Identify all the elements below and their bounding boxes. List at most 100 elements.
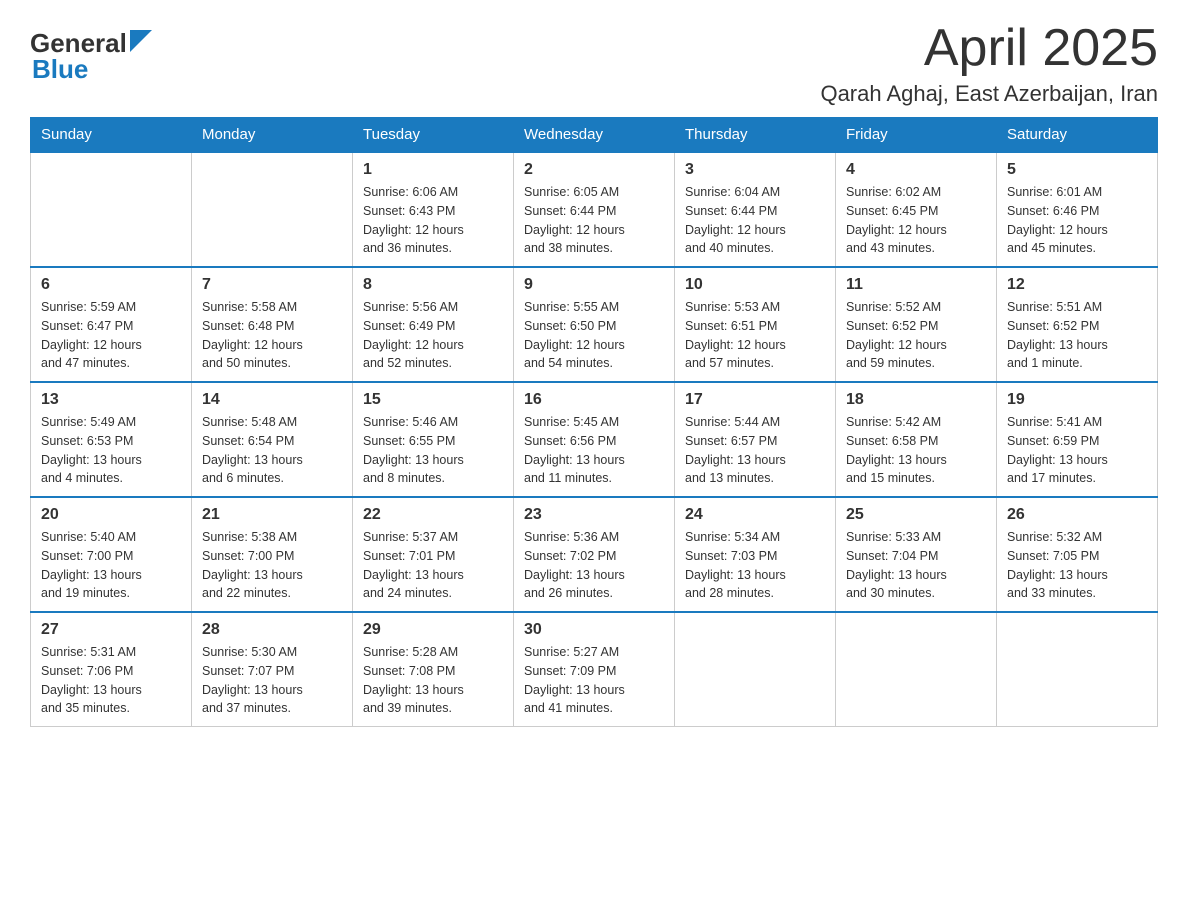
logo-general-text: General bbox=[30, 30, 127, 56]
calendar-cell: 25 Sunrise: 5:33 AM Sunset: 7:04 PM Dayli… bbox=[836, 497, 997, 612]
day-number: 17 bbox=[685, 391, 825, 409]
logo-triangle-icon bbox=[130, 30, 152, 52]
day-number: 10 bbox=[685, 276, 825, 294]
day-info: Sunrise: 5:38 AM Sunset: 7:00 PM Dayligh… bbox=[202, 528, 342, 603]
day-number: 12 bbox=[1007, 276, 1147, 294]
calendar-cell: 18 Sunrise: 5:42 AM Sunset: 6:58 PM Dayli… bbox=[836, 382, 997, 497]
day-number: 27 bbox=[41, 621, 181, 639]
day-info: Sunrise: 5:30 AM Sunset: 7:07 PM Dayligh… bbox=[202, 643, 342, 718]
day-number: 16 bbox=[524, 391, 664, 409]
calendar-cell: 28Sunrise: 5:30 AM Sunset: 7:07 PM Dayli… bbox=[192, 612, 353, 727]
calendar-cell: 8 Sunrise: 5:56 AM Sunset: 6:49 PM Daylig… bbox=[353, 267, 514, 382]
day-of-week-header: Friday bbox=[836, 118, 997, 153]
day-number: 29 bbox=[363, 621, 503, 639]
day-info: Sunrise: 5:40 AM Sunset: 7:00 PM Dayligh… bbox=[41, 528, 181, 603]
calendar-cell: 22 Sunrise: 5:37 AM Sunset: 7:01 PM Dayli… bbox=[353, 497, 514, 612]
day-number: 22 bbox=[363, 506, 503, 524]
day-number: 25 bbox=[846, 506, 986, 524]
logo-blue-text: Blue bbox=[32, 56, 88, 82]
logo-icon: General Blue bbox=[30, 30, 152, 82]
calendar-cell bbox=[675, 612, 836, 727]
day-number: 2 bbox=[524, 161, 664, 179]
calendar-cell bbox=[836, 612, 997, 727]
calendar-table: SundayMondayTuesdayWednesdayThursdayFrid… bbox=[30, 117, 1158, 727]
calendar-cell: 3Sunrise: 6:04 AM Sunset: 6:44 PM Daylig… bbox=[675, 152, 836, 267]
day-number: 21 bbox=[202, 506, 342, 524]
day-number: 1 bbox=[363, 161, 503, 179]
day-info: Sunrise: 5:51 AM Sunset: 6:52 PM Dayligh… bbox=[1007, 298, 1147, 373]
calendar-cell bbox=[997, 612, 1158, 727]
calendar-cell: 7 Sunrise: 5:58 AM Sunset: 6:48 PM Daylig… bbox=[192, 267, 353, 382]
day-info: Sunrise: 6:02 AM Sunset: 6:45 PM Dayligh… bbox=[846, 183, 986, 258]
calendar-cell: 13 Sunrise: 5:49 AM Sunset: 6:53 PM Dayli… bbox=[31, 382, 192, 497]
day-info: Sunrise: 5:58 AM Sunset: 6:48 PM Dayligh… bbox=[202, 298, 342, 373]
calendar-cell: 10 Sunrise: 5:53 AM Sunset: 6:51 PM Dayli… bbox=[675, 267, 836, 382]
day-info: Sunrise: 5:37 AM Sunset: 7:01 PM Dayligh… bbox=[363, 528, 503, 603]
calendar-cell: 30Sunrise: 5:27 AM Sunset: 7:09 PM Dayli… bbox=[514, 612, 675, 727]
calendar-cell: 23 Sunrise: 5:36 AM Sunset: 7:02 PM Dayli… bbox=[514, 497, 675, 612]
calendar-cell: 20Sunrise: 5:40 AM Sunset: 7:00 PM Dayli… bbox=[31, 497, 192, 612]
day-info: Sunrise: 5:55 AM Sunset: 6:50 PM Dayligh… bbox=[524, 298, 664, 373]
calendar-cell bbox=[192, 152, 353, 267]
day-info: Sunrise: 5:36 AM Sunset: 7:02 PM Dayligh… bbox=[524, 528, 664, 603]
day-info: Sunrise: 6:05 AM Sunset: 6:44 PM Dayligh… bbox=[524, 183, 664, 258]
day-of-week-header: Monday bbox=[192, 118, 353, 153]
logo: General Blue bbox=[30, 30, 152, 82]
day-number: 23 bbox=[524, 506, 664, 524]
calendar-week-row: 6Sunrise: 5:59 AM Sunset: 6:47 PM Daylig… bbox=[31, 267, 1158, 382]
day-info: Sunrise: 5:48 AM Sunset: 6:54 PM Dayligh… bbox=[202, 413, 342, 488]
calendar-cell: 15Sunrise: 5:46 AM Sunset: 6:55 PM Dayli… bbox=[353, 382, 514, 497]
title-block: April 2025 Qarah Aghaj, East Azerbaijan,… bbox=[820, 20, 1158, 107]
calendar-cell: 16 Sunrise: 5:45 AM Sunset: 6:56 PM Dayli… bbox=[514, 382, 675, 497]
day-of-week-header: Wednesday bbox=[514, 118, 675, 153]
calendar-week-row: 13 Sunrise: 5:49 AM Sunset: 6:53 PM Dayli… bbox=[31, 382, 1158, 497]
calendar-week-row: 27Sunrise: 5:31 AM Sunset: 7:06 PM Dayli… bbox=[31, 612, 1158, 727]
day-info: Sunrise: 5:52 AM Sunset: 6:52 PM Dayligh… bbox=[846, 298, 986, 373]
calendar-cell: 4 Sunrise: 6:02 AM Sunset: 6:45 PM Daylig… bbox=[836, 152, 997, 267]
day-number: 5 bbox=[1007, 161, 1147, 179]
calendar-cell: 27Sunrise: 5:31 AM Sunset: 7:06 PM Dayli… bbox=[31, 612, 192, 727]
day-info: Sunrise: 5:56 AM Sunset: 6:49 PM Dayligh… bbox=[363, 298, 503, 373]
day-info: Sunrise: 5:49 AM Sunset: 6:53 PM Dayligh… bbox=[41, 413, 181, 488]
day-info: Sunrise: 5:32 AM Sunset: 7:05 PM Dayligh… bbox=[1007, 528, 1147, 603]
day-number: 13 bbox=[41, 391, 181, 409]
day-number: 4 bbox=[846, 161, 986, 179]
day-info: Sunrise: 6:01 AM Sunset: 6:46 PM Dayligh… bbox=[1007, 183, 1147, 258]
day-number: 19 bbox=[1007, 391, 1147, 409]
calendar-cell: 14 Sunrise: 5:48 AM Sunset: 6:54 PM Dayli… bbox=[192, 382, 353, 497]
day-info: Sunrise: 6:06 AM Sunset: 6:43 PM Dayligh… bbox=[363, 183, 503, 258]
day-info: Sunrise: 5:45 AM Sunset: 6:56 PM Dayligh… bbox=[524, 413, 664, 488]
calendar-cell: 19 Sunrise: 5:41 AM Sunset: 6:59 PM Dayli… bbox=[997, 382, 1158, 497]
calendar-cell bbox=[31, 152, 192, 267]
day-info: Sunrise: 6:04 AM Sunset: 6:44 PM Dayligh… bbox=[685, 183, 825, 258]
day-number: 18 bbox=[846, 391, 986, 409]
day-number: 30 bbox=[524, 621, 664, 639]
calendar-header-row: SundayMondayTuesdayWednesdayThursdayFrid… bbox=[31, 118, 1158, 153]
day-of-week-header: Thursday bbox=[675, 118, 836, 153]
day-number: 9 bbox=[524, 276, 664, 294]
day-info: Sunrise: 5:42 AM Sunset: 6:58 PM Dayligh… bbox=[846, 413, 986, 488]
day-number: 8 bbox=[363, 276, 503, 294]
day-info: Sunrise: 5:53 AM Sunset: 6:51 PM Dayligh… bbox=[685, 298, 825, 373]
calendar-cell: 6Sunrise: 5:59 AM Sunset: 6:47 PM Daylig… bbox=[31, 267, 192, 382]
calendar-week-row: 20Sunrise: 5:40 AM Sunset: 7:00 PM Dayli… bbox=[31, 497, 1158, 612]
day-number: 7 bbox=[202, 276, 342, 294]
day-number: 24 bbox=[685, 506, 825, 524]
page-title: April 2025 bbox=[820, 20, 1158, 77]
day-info: Sunrise: 5:28 AM Sunset: 7:08 PM Dayligh… bbox=[363, 643, 503, 718]
calendar-cell: 2 Sunrise: 6:05 AM Sunset: 6:44 PM Daylig… bbox=[514, 152, 675, 267]
calendar-cell: 24Sunrise: 5:34 AM Sunset: 7:03 PM Dayli… bbox=[675, 497, 836, 612]
day-of-week-header: Tuesday bbox=[353, 118, 514, 153]
calendar-cell: 26Sunrise: 5:32 AM Sunset: 7:05 PM Dayli… bbox=[997, 497, 1158, 612]
page-subtitle: Qarah Aghaj, East Azerbaijan, Iran bbox=[820, 81, 1158, 107]
calendar-cell: 9 Sunrise: 5:55 AM Sunset: 6:50 PM Daylig… bbox=[514, 267, 675, 382]
day-number: 11 bbox=[846, 276, 986, 294]
day-number: 14 bbox=[202, 391, 342, 409]
calendar-cell: 17Sunrise: 5:44 AM Sunset: 6:57 PM Dayli… bbox=[675, 382, 836, 497]
calendar-cell: 1 Sunrise: 6:06 AM Sunset: 6:43 PM Daylig… bbox=[353, 152, 514, 267]
day-number: 6 bbox=[41, 276, 181, 294]
day-info: Sunrise: 5:41 AM Sunset: 6:59 PM Dayligh… bbox=[1007, 413, 1147, 488]
calendar-cell: 29 Sunrise: 5:28 AM Sunset: 7:08 PM Dayli… bbox=[353, 612, 514, 727]
day-info: Sunrise: 5:33 AM Sunset: 7:04 PM Dayligh… bbox=[846, 528, 986, 603]
calendar-cell: 21 Sunrise: 5:38 AM Sunset: 7:00 PM Dayli… bbox=[192, 497, 353, 612]
